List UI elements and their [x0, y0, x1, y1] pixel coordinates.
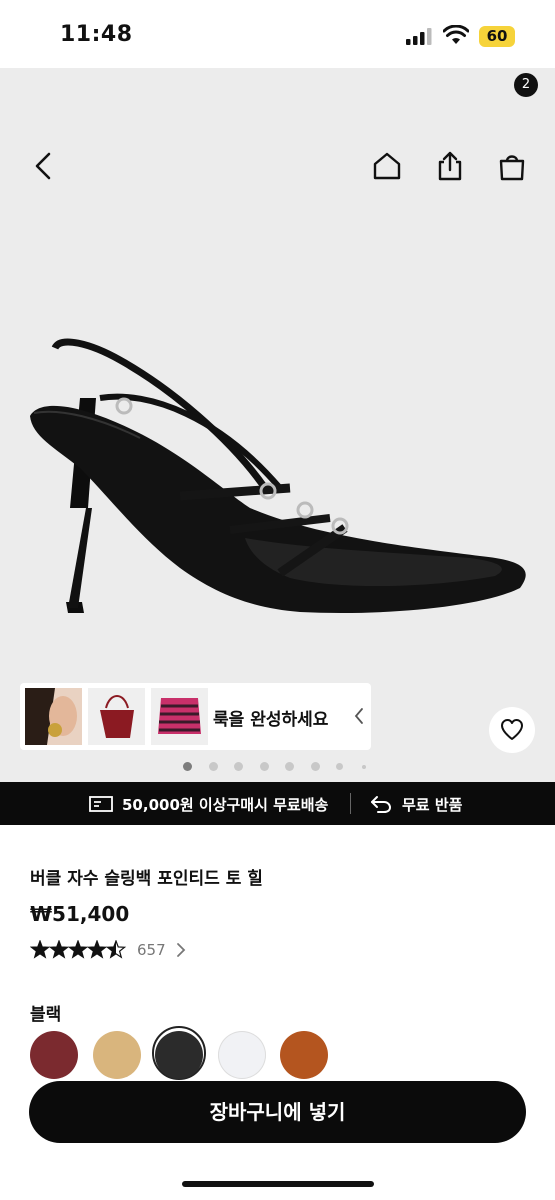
- color-swatch[interactable]: [280, 1031, 328, 1079]
- wifi-icon: [443, 25, 469, 44]
- star-icon: [86, 940, 108, 959]
- product-title: 버클 자수 슬링백 포인티드 토 힐: [30, 869, 263, 889]
- cellular-signal-icon: [406, 28, 432, 45]
- star-icon: [48, 940, 70, 959]
- free-shipping-text: 50,000원 이상구매시 무료배송: [122, 796, 329, 814]
- star-icon: [30, 940, 51, 959]
- pagination-dot[interactable]: [183, 762, 192, 771]
- star-icon: [105, 940, 127, 959]
- status-time: 11:48: [60, 22, 133, 47]
- pagination-dot[interactable]: [336, 763, 343, 770]
- return-arrow-icon: [371, 796, 392, 813]
- status-bar: 11:48 60: [0, 0, 555, 68]
- home-icon[interactable]: [371, 150, 403, 182]
- home-indicator: [182, 1181, 374, 1187]
- pagination-dot[interactable]: [285, 762, 294, 771]
- look-thumbnail-earrings[interactable]: [25, 688, 82, 745]
- color-swatch[interactable]: [155, 1031, 203, 1079]
- chevron-left-icon[interactable]: [352, 706, 366, 726]
- rating-stars[interactable]: [30, 940, 130, 960]
- color-swatch[interactable]: [217, 1031, 266, 1079]
- look-thumbnail-cardigan[interactable]: [151, 688, 208, 745]
- star-icon: [67, 940, 89, 959]
- review-count[interactable]: 657: [137, 941, 166, 959]
- pagination-dot[interactable]: [310, 762, 320, 771]
- add-to-cart-button[interactable]: 장바구니에 넣기: [29, 1081, 526, 1143]
- back-chevron-icon[interactable]: [32, 150, 54, 182]
- pagination-dot[interactable]: [208, 762, 218, 771]
- share-icon[interactable]: [434, 150, 466, 182]
- free-returns-text: 무료 반품: [402, 796, 463, 814]
- pagination-dot[interactable]: [234, 762, 243, 771]
- product-price: ₩51,400: [30, 902, 130, 926]
- selected-color-label: 블랙: [30, 1005, 62, 1025]
- battery-indicator: 60: [479, 26, 515, 47]
- pagination-dot[interactable]: [259, 762, 269, 771]
- promo-divider: [350, 793, 351, 814]
- look-thumbnail-bag[interactable]: [88, 688, 145, 745]
- product-image: [30, 338, 526, 613]
- complete-the-look-bar[interactable]: 룩을 완성하세요: [20, 683, 371, 750]
- shopping-bag-icon[interactable]: [496, 150, 528, 182]
- wishlist-button[interactable]: [489, 707, 535, 753]
- color-swatch[interactable]: [92, 1031, 141, 1079]
- pagination-dot[interactable]: [361, 765, 366, 769]
- product-image-gallery[interactable]: [0, 68, 555, 782]
- color-swatch[interactable]: [30, 1031, 78, 1079]
- delivery-truck-icon: [89, 796, 113, 812]
- complete-the-look-label: 룩을 완성하세요: [213, 710, 329, 730]
- promo-bar: 50,000원 이상구매시 무료배송 무료 반품: [0, 782, 555, 825]
- chevron-right-icon[interactable]: [175, 941, 187, 959]
- heart-icon: [501, 719, 523, 740]
- cart-count-badge: 2: [514, 73, 538, 97]
